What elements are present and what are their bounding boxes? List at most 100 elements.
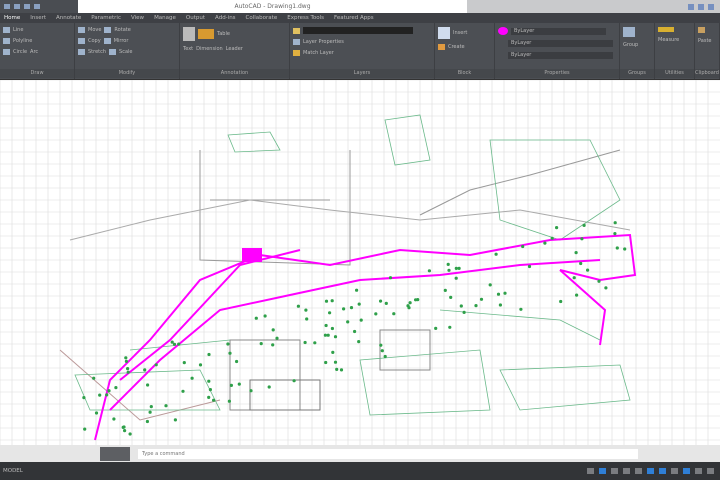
- tree-symbol: [107, 389, 111, 393]
- move-button[interactable]: Move: [88, 27, 101, 33]
- tree-symbol: [559, 299, 563, 304]
- quick-access-toolbar[interactable]: [0, 0, 78, 13]
- create-block-icon[interactable]: [438, 44, 445, 50]
- command-options-button[interactable]: [100, 447, 130, 461]
- group-button[interactable]: Group: [623, 42, 638, 48]
- tab-featured[interactable]: Featured Apps: [334, 15, 374, 21]
- panel-label[interactable]: Block: [435, 69, 494, 78]
- tree-symbol: [149, 405, 153, 409]
- undo-icon[interactable]: [34, 4, 40, 9]
- lineweight-icon[interactable]: [671, 468, 678, 474]
- panel-label[interactable]: Draw: [0, 69, 74, 78]
- move-icon[interactable]: [78, 27, 85, 33]
- tab-manage[interactable]: Manage: [154, 15, 176, 21]
- linetype-dropdown[interactable]: ByLayer: [508, 40, 613, 47]
- road-centerline: [119, 249, 301, 381]
- dimension-icon[interactable]: [198, 29, 214, 39]
- layer-properties-button[interactable]: Layer Properties: [303, 39, 344, 45]
- otrack-icon[interactable]: [659, 468, 666, 474]
- tree-symbol: [379, 343, 383, 347]
- osnap-icon[interactable]: [647, 468, 654, 474]
- color-swatch-icon: [498, 27, 508, 35]
- copy-icon[interactable]: [78, 38, 85, 44]
- line-button[interactable]: Line: [13, 27, 23, 33]
- match-layer-icon[interactable]: [293, 50, 300, 56]
- grid-icon[interactable]: [587, 468, 594, 474]
- drawing-canvas[interactable]: [0, 79, 720, 445]
- text-icon[interactable]: [183, 27, 195, 41]
- polyline-button[interactable]: Polyline: [13, 38, 32, 44]
- panel-label[interactable]: Modify: [75, 69, 179, 78]
- open-icon[interactable]: [14, 4, 20, 9]
- line-icon[interactable]: [3, 27, 10, 33]
- new-icon[interactable]: [4, 4, 10, 9]
- panel-label[interactable]: Clipboard: [695, 69, 719, 78]
- panel-label[interactable]: Groups: [620, 69, 654, 78]
- insert-block-icon[interactable]: [438, 27, 450, 39]
- tab-insert[interactable]: Insert: [30, 15, 46, 21]
- snap-icon[interactable]: [599, 468, 606, 474]
- scale-button[interactable]: Scale: [119, 49, 132, 55]
- mirror-icon[interactable]: [103, 38, 111, 44]
- search-icon[interactable]: [688, 3, 694, 10]
- stretch-button[interactable]: Stretch: [88, 49, 106, 55]
- save-icon[interactable]: [24, 4, 30, 9]
- tab-home[interactable]: Home: [4, 15, 20, 21]
- measure-icon[interactable]: [658, 27, 674, 32]
- arc-button[interactable]: Arc: [30, 49, 38, 55]
- help-icon[interactable]: [708, 3, 714, 10]
- table-button[interactable]: Table: [217, 31, 230, 37]
- polyline-icon[interactable]: [3, 38, 10, 44]
- leader-button[interactable]: Leader: [226, 46, 243, 52]
- isodraft-icon[interactable]: [635, 468, 642, 474]
- ortho-icon[interactable]: [611, 468, 618, 474]
- mirror-button[interactable]: Mirror: [114, 38, 129, 44]
- circle-button[interactable]: Circle: [13, 49, 27, 55]
- copy-button[interactable]: Copy: [88, 38, 101, 44]
- dimension-button[interactable]: Dimension: [196, 46, 223, 52]
- tab-output[interactable]: Output: [186, 15, 205, 21]
- polar-icon[interactable]: [623, 468, 630, 474]
- color-dropdown[interactable]: ByLayer: [511, 27, 606, 35]
- tree-symbol: [212, 398, 216, 402]
- scale-icon[interactable]: [109, 49, 117, 55]
- stretch-icon[interactable]: [78, 49, 85, 55]
- tree-symbol: [331, 350, 335, 354]
- tab-view[interactable]: View: [131, 15, 144, 21]
- panel-label[interactable]: Properties: [495, 69, 619, 78]
- window-controls[interactable]: [467, 0, 720, 13]
- tree-symbol: [145, 419, 149, 424]
- workspace-icon[interactable]: [695, 468, 702, 474]
- group-icon[interactable]: [623, 27, 635, 37]
- layer-dropdown[interactable]: [303, 27, 413, 34]
- lineweight-dropdown[interactable]: ByLayer: [508, 52, 613, 59]
- paste-button[interactable]: Paste: [698, 38, 712, 44]
- building-outline: [379, 329, 431, 371]
- model-tab[interactable]: MODEL: [3, 468, 23, 474]
- tree-symbol: [330, 326, 334, 331]
- tab-annotate[interactable]: Annotate: [56, 15, 81, 21]
- rotate-icon[interactable]: [104, 27, 112, 33]
- user-icon[interactable]: [698, 3, 704, 10]
- layer-state-icon[interactable]: [293, 39, 300, 45]
- panel-label[interactable]: Layers: [290, 69, 434, 78]
- circle-icon[interactable]: [3, 49, 10, 55]
- customize-icon[interactable]: [707, 468, 714, 474]
- tab-collaborate[interactable]: Collaborate: [246, 15, 278, 21]
- match-layer-button[interactable]: Match Layer: [303, 50, 334, 56]
- panel-label[interactable]: Annotation: [180, 69, 289, 78]
- create-block-button[interactable]: Create: [448, 44, 465, 50]
- panel-label[interactable]: Utilities: [655, 69, 694, 78]
- annotation-scale-icon[interactable]: [683, 468, 690, 474]
- tab-express[interactable]: Express Tools: [287, 15, 324, 21]
- measure-button[interactable]: Measure: [658, 37, 679, 43]
- drawing[interactable]: [0, 79, 720, 445]
- text-button[interactable]: Text: [183, 46, 193, 52]
- tab-parametric[interactable]: Parametric: [91, 15, 121, 21]
- tab-addins[interactable]: Add-ins: [215, 15, 236, 21]
- command-input[interactable]: [138, 449, 638, 459]
- paste-icon[interactable]: [698, 27, 705, 33]
- insert-block-button[interactable]: Insert: [453, 30, 467, 36]
- rotate-button[interactable]: Rotate: [114, 27, 130, 33]
- layer-properties-icon[interactable]: [293, 27, 300, 34]
